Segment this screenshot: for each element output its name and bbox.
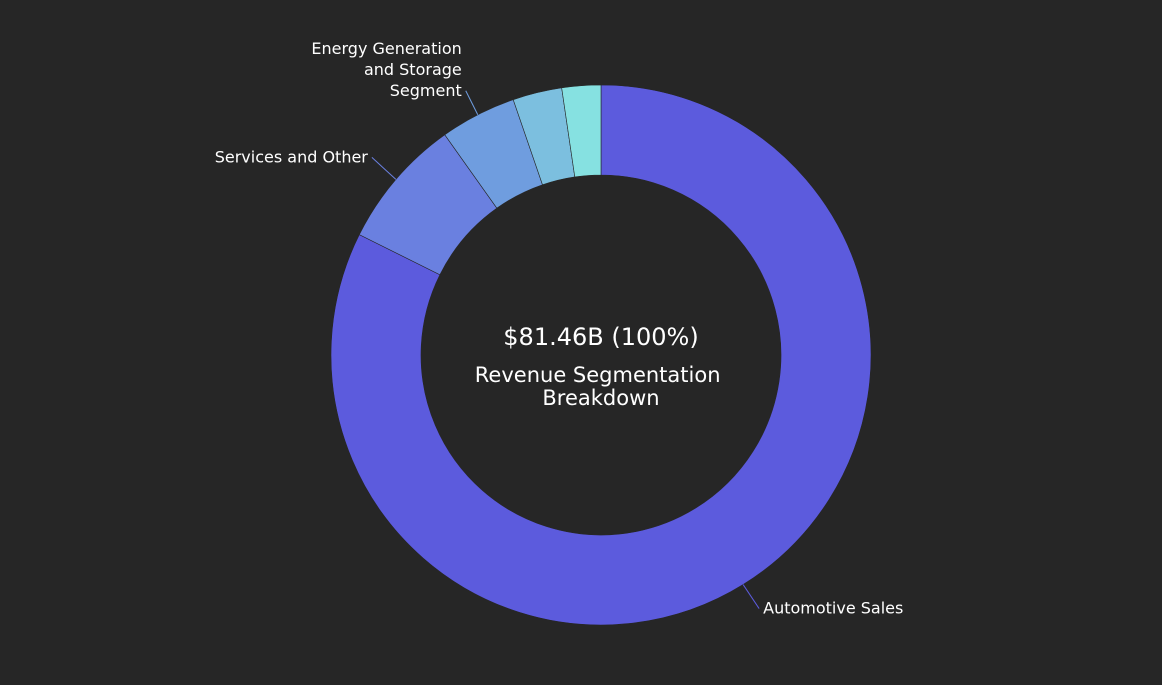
leader-line-0 — [742, 584, 760, 609]
leader-line-2 — [465, 90, 479, 115]
donut-center: $81.46B (100%) Revenue Segmentation Brea… — [475, 323, 727, 410]
center-title: Revenue Segmentation Breakdown — [475, 363, 727, 410]
donut-chart: Automotive Sales Services and Other Energy… — [215, 39, 903, 626]
center-title-line-1: Revenue Segmentation — [475, 363, 721, 387]
center-value: $81.46B (100%) — [503, 323, 698, 351]
slice-label-0-line-0: Automotive Sales — [763, 599, 903, 618]
center-title-line-2: Breakdown — [542, 386, 659, 410]
slice-label-2-line-2: Segment — [390, 81, 462, 100]
slice-label-2-line-1: and Storage — [364, 60, 462, 79]
slice-label-1-line-0: Services and Other — [215, 147, 369, 166]
leader-line-1 — [371, 157, 397, 180]
donut-slices — [330, 84, 872, 626]
slice-label-1: Services and Other — [215, 147, 369, 166]
slice-label-2-line-0: Energy Generation — [311, 39, 461, 58]
slice-label-0: Automotive Sales — [763, 599, 903, 618]
slice-label-2: Energy Generation and Storage Segment — [311, 39, 461, 100]
